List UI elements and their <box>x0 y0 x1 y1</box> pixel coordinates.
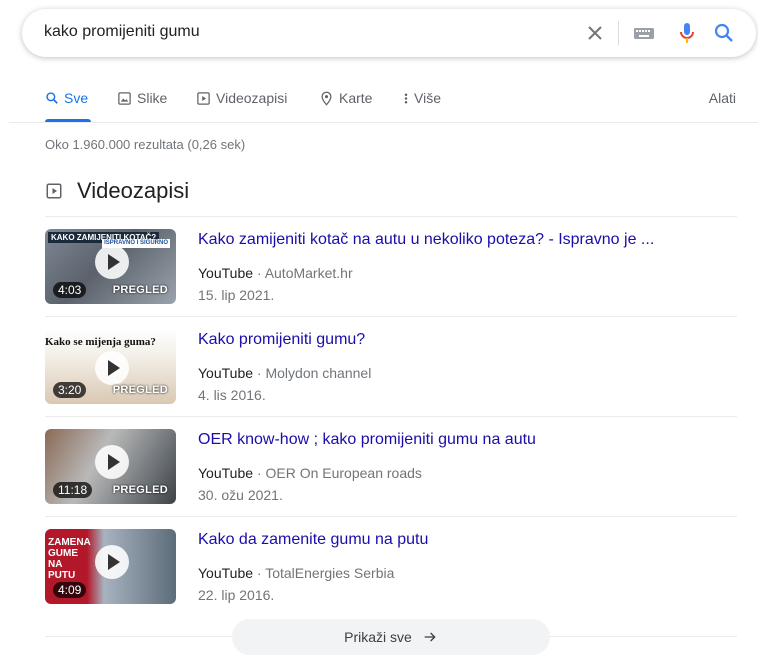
videos-section-title: Videozapisi <box>45 178 189 204</box>
video-thumbnail[interactable]: 11:18 PREGLED <box>45 429 176 504</box>
video-title-link[interactable]: Kako promijeniti gumu? <box>198 331 365 349</box>
search-tabs: Sve Slike Videozapisi Karte Više Alati <box>0 82 758 122</box>
tab-label: Videozapisi <box>216 90 288 106</box>
video-title-link[interactable]: Kako zamijeniti kotač na autu u nekoliko… <box>198 231 654 249</box>
video-duration: 4:09 <box>53 582 87 598</box>
tab-label: Karte <box>339 90 373 106</box>
video-duration: 11:18 <box>53 482 93 498</box>
section-title-text: Videozapisi <box>77 178 190 203</box>
video-thumbnail[interactable]: KAKO ZAMIJENITI KOTAČ? ISPRAVNO I SIGURN… <box>45 229 176 304</box>
video-icon <box>46 183 62 199</box>
video-result[interactable]: KAKO ZAMIJENITI KOTAČ? ISPRAVNO I SIGURN… <box>45 216 737 317</box>
video-result[interactable]: Kako se mijenja guma? 3:20 PREGLED Kako … <box>45 316 737 417</box>
video-thumbnail[interactable]: Kako se mijenja guma? 3:20 PREGLED <box>45 329 176 404</box>
search-icon <box>46 92 58 104</box>
more-vert-icon <box>404 93 408 103</box>
video-source: YouTube · Molydon channel <box>198 365 372 381</box>
video-result[interactable]: ZAMENA GUME NA PUTU 4:09 Kako da zamenit… <box>45 516 737 617</box>
video-channel: OER On European roads <box>265 465 422 481</box>
video-platform: YouTube <box>198 365 254 381</box>
video-duration: 4:03 <box>53 282 87 298</box>
search-input[interactable]: kako promijeniti gumu <box>44 23 200 41</box>
search-icon[interactable] <box>712 21 736 45</box>
video-platform: YouTube <box>198 565 254 581</box>
show-all-label: Prikaži sve <box>344 629 412 645</box>
tab-label: Više <box>414 90 441 106</box>
thumbnail-caption: ZAMENA GUME NA PUTU <box>48 537 91 581</box>
search-divider <box>618 21 619 45</box>
video-source: YouTube · OER On European roads <box>198 465 422 481</box>
video-source: YouTube · AutoMarket.hr <box>198 265 353 281</box>
tabs-divider <box>9 122 758 123</box>
video-source: YouTube · TotalEnergies Serbia <box>198 565 395 581</box>
thumbnail-caption: Kako se mijenja guma? <box>45 336 156 348</box>
video-date: 15. lip 2021. <box>198 287 275 303</box>
search-bar[interactable]: kako promijeniti gumu <box>22 9 756 57</box>
image-icon <box>118 91 131 105</box>
video-platform: YouTube <box>198 465 254 481</box>
tab-sve[interactable]: Sve <box>45 90 88 106</box>
video-title-link[interactable]: Kako da zamenite gumu na putu <box>198 531 428 549</box>
video-thumbnail[interactable]: ZAMENA GUME NA PUTU 4:09 <box>45 529 176 604</box>
tools-button[interactable]: Alati <box>709 90 736 106</box>
map-pin-icon <box>321 91 332 106</box>
video-date: 4. lis 2016. <box>198 387 266 403</box>
video-icon <box>197 91 210 105</box>
play-icon <box>95 445 129 479</box>
preview-label: PREGLED <box>112 284 168 296</box>
show-all-button[interactable]: Prikaži sve <box>232 619 550 655</box>
preview-label: PREGLED <box>112 384 168 396</box>
tab-slike[interactable]: Slike <box>117 90 167 106</box>
preview-label: PREGLED <box>112 484 168 496</box>
arrow-right-icon <box>424 632 436 642</box>
tab-vise[interactable]: Više <box>403 90 441 106</box>
video-title-link[interactable]: OER know-how ; kako promijeniti gumu na … <box>198 431 536 449</box>
play-icon <box>95 351 129 385</box>
video-result[interactable]: 11:18 PREGLED OER know-how ; kako promij… <box>45 416 737 517</box>
play-icon <box>95 545 129 579</box>
tab-label: Slike <box>137 90 168 106</box>
tab-videozapisi[interactable]: Videozapisi <box>196 90 287 106</box>
tab-karte[interactable]: Karte <box>319 90 372 106</box>
video-channel: Molydon channel <box>265 365 372 381</box>
video-date: 22. lip 2016. <box>198 587 275 603</box>
keyboard-icon[interactable] <box>632 21 656 45</box>
result-stats: Oko 1.960.000 rezultata (0,26 sek) <box>45 137 246 152</box>
close-icon[interactable] <box>583 21 607 45</box>
video-date: 30. ožu 2021. <box>198 487 283 503</box>
microphone-icon[interactable] <box>675 21 699 45</box>
tab-label: Sve <box>64 90 89 106</box>
video-duration: 3:20 <box>53 382 87 398</box>
video-channel: TotalEnergies Serbia <box>265 565 395 581</box>
play-icon <box>95 245 129 279</box>
video-platform: YouTube <box>198 265 254 281</box>
video-channel: AutoMarket.hr <box>264 265 353 281</box>
